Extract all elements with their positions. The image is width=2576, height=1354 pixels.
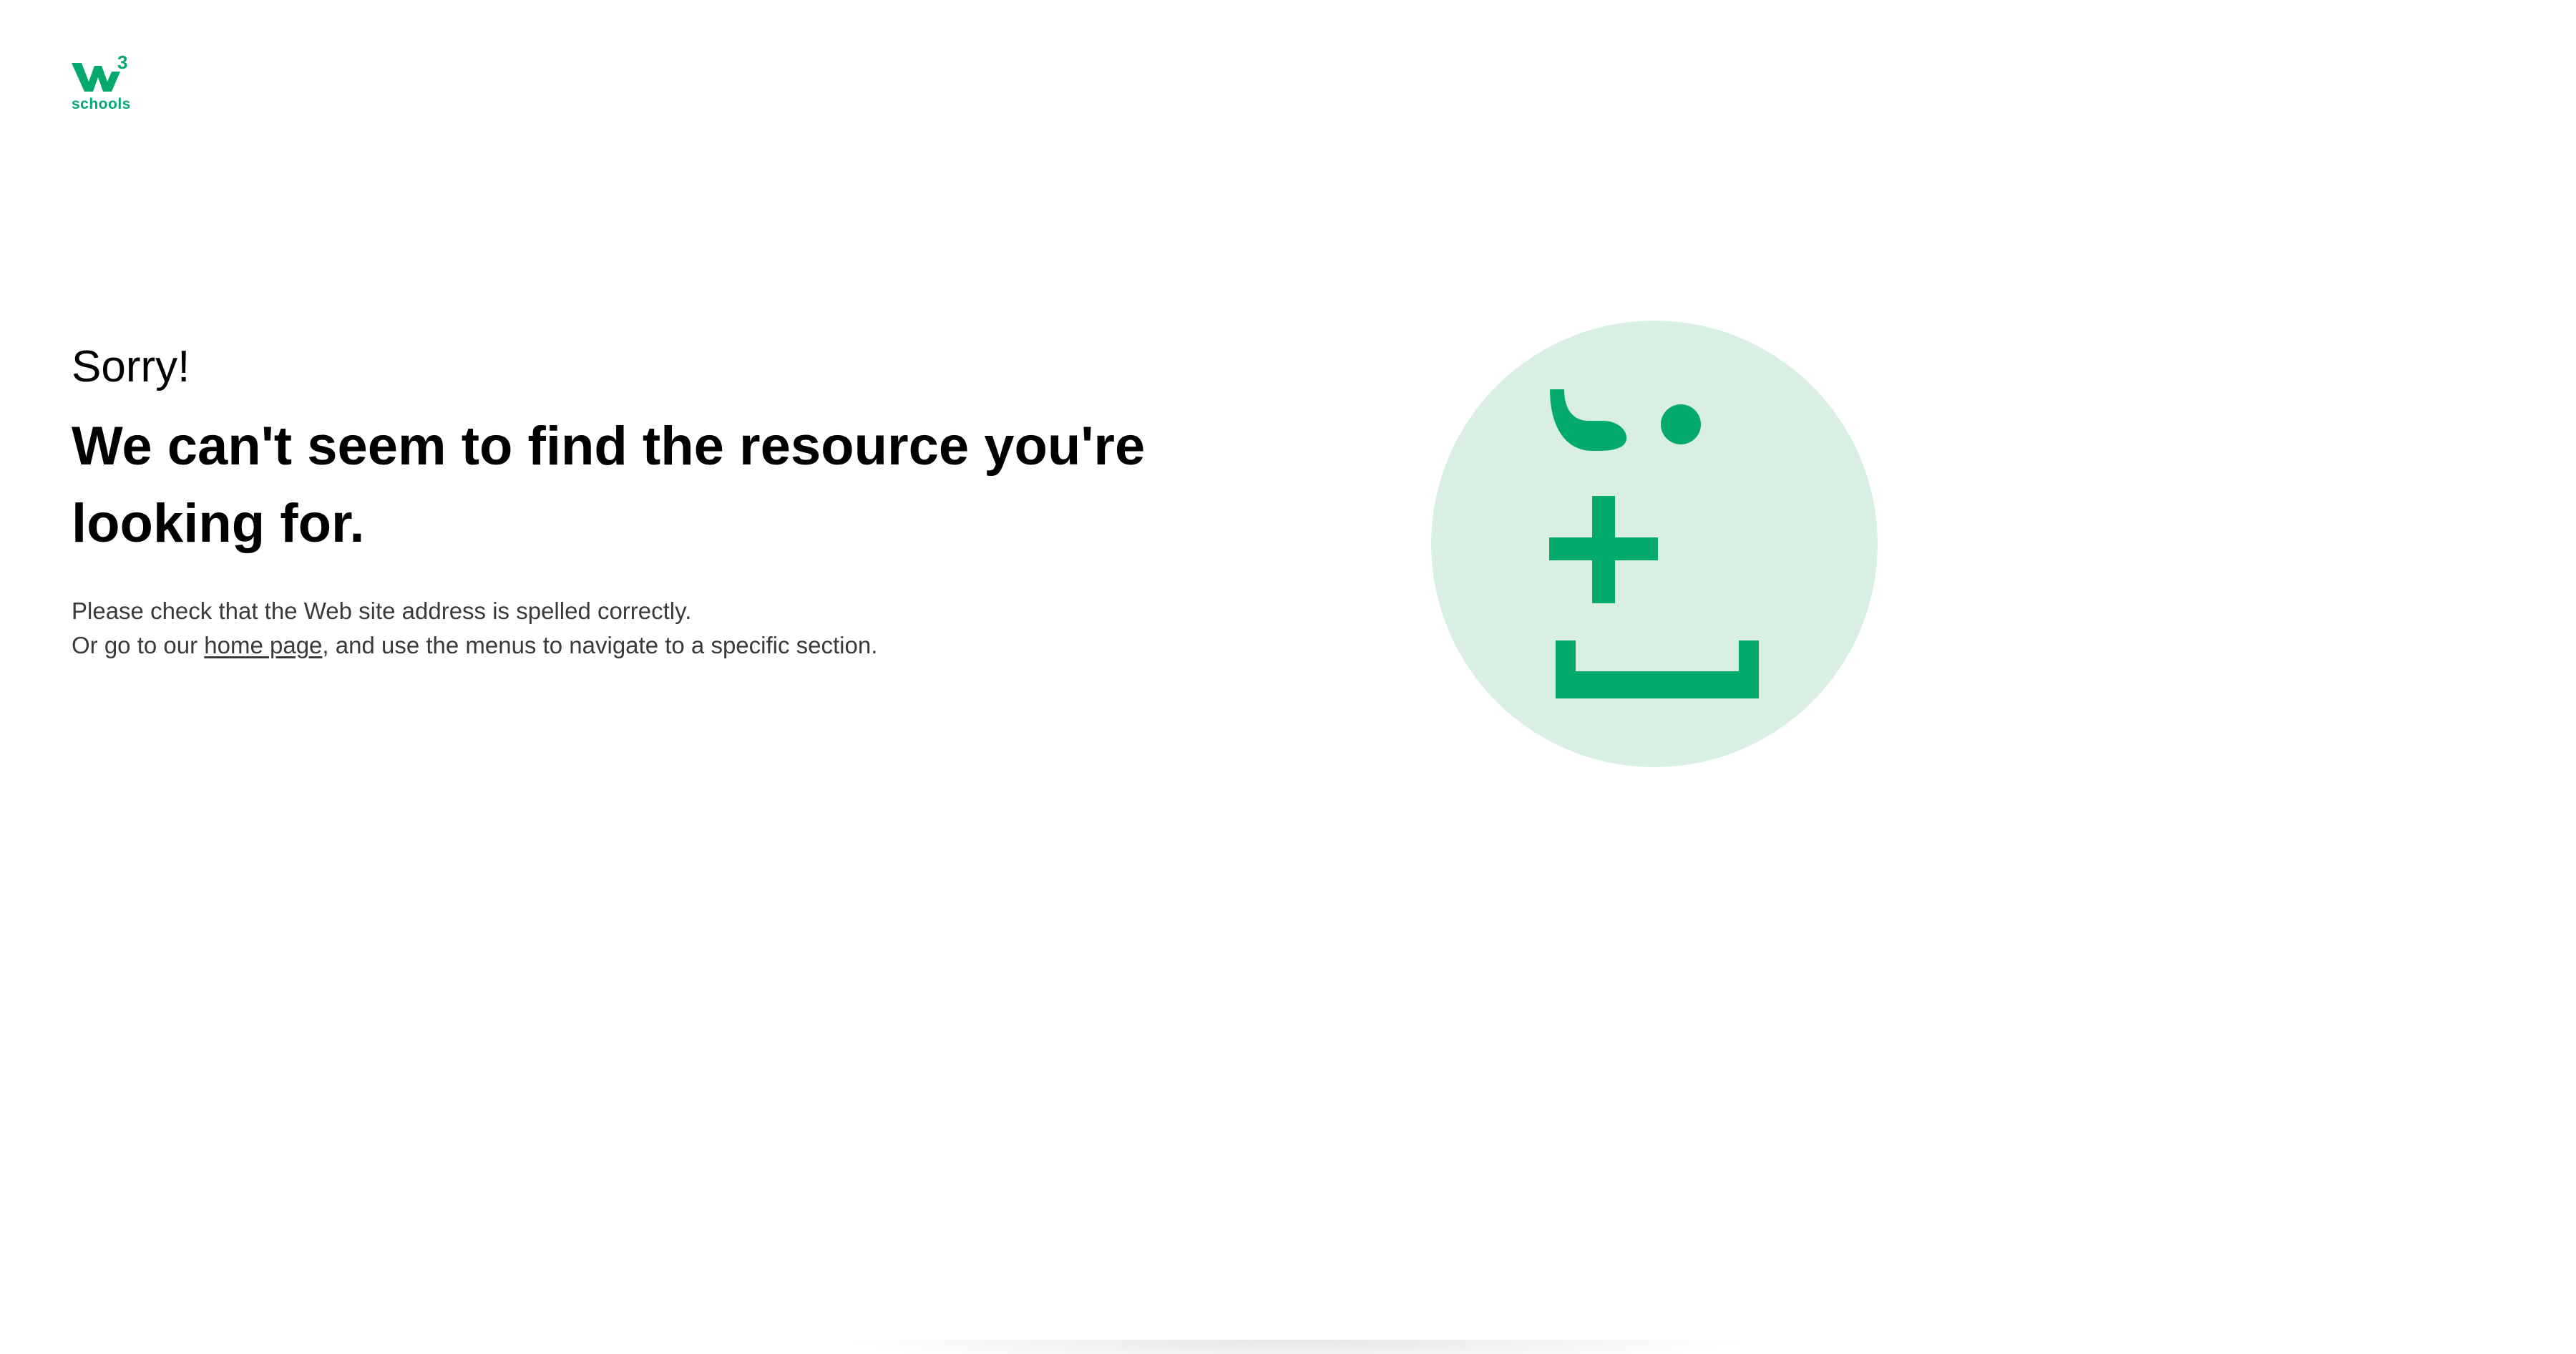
help-line-2-prefix: Or go to our — [72, 632, 205, 658]
page: 3 schools Sorry! We can't seem to find t… — [0, 0, 2576, 1354]
help-line-2: Or go to our home page, and use the menu… — [72, 628, 1216, 663]
help-line-2-suffix: , and use the menus to navigate to a spe… — [322, 632, 878, 658]
logo-text: schools — [72, 96, 131, 112]
bottom-shadow — [844, 1340, 1746, 1354]
home-page-link[interactable]: home page — [204, 632, 322, 658]
w3schools-logo-icon: 3 — [72, 53, 127, 92]
help-line-1: Please check that the Web site address i… — [72, 598, 692, 624]
face-nose-horizontal — [1549, 537, 1658, 560]
w3schools-logo-link[interactable]: 3 schools — [70, 53, 133, 115]
face-right-eye-shape — [1661, 404, 1701, 444]
confused-face-icon — [1431, 321, 1878, 767]
help-text: Please check that the Web site address i… — [72, 594, 1216, 663]
logo-superscript: 3 — [117, 53, 127, 73]
error-headline: We can't seem to find the resource you'r… — [72, 416, 1146, 554]
sorry-heading: Sorry! — [72, 342, 190, 391]
error-content: Sorry! We can't seem to find the resourc… — [72, 335, 1216, 663]
